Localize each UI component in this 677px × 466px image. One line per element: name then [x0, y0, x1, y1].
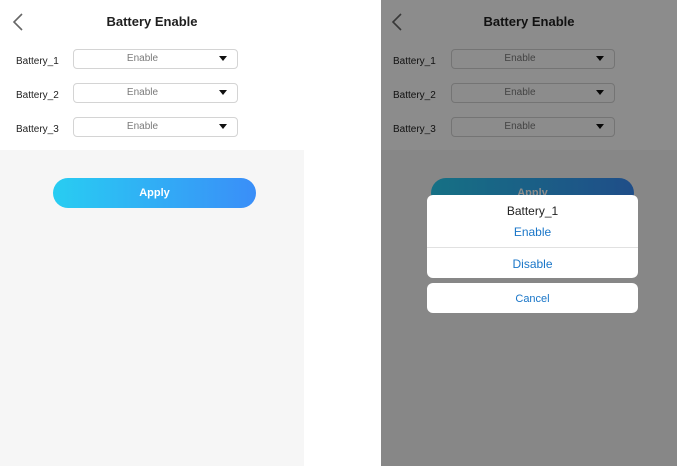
- select-value: Enable: [126, 121, 159, 132]
- battery-label: Battery_2: [16, 90, 59, 101]
- battery-2-select[interactable]: Enable: [73, 83, 238, 103]
- caret-down-icon: [219, 56, 227, 61]
- battery-label: Battery_1: [16, 56, 59, 67]
- select-value: Enable: [126, 53, 159, 64]
- header: Battery Enable: [0, 0, 304, 46]
- caret-down-icon: [219, 90, 227, 95]
- cancel-button[interactable]: Cancel: [427, 293, 638, 305]
- action-sheet-cancel[interactable]: Cancel: [427, 283, 638, 313]
- battery-3-select[interactable]: Enable: [73, 117, 238, 137]
- option-disable[interactable]: Disable: [427, 257, 638, 271]
- battery-row-2: Battery_2 Enable: [0, 80, 304, 114]
- battery-enable-screen-normal: Battery Enable Battery_1 Enable Battery_…: [0, 0, 304, 466]
- option-enable[interactable]: Enable: [427, 225, 638, 239]
- battery-enable-screen-action-sheet: Battery Enable Battery_1 Enable Battery_…: [381, 0, 677, 466]
- action-sheet-title: Battery_1: [506, 204, 559, 218]
- action-sheet-options: Battery_1 Enable Disable: [427, 195, 638, 278]
- content-area: Apply: [0, 150, 304, 466]
- apply-button[interactable]: Apply: [53, 178, 256, 208]
- select-value: Enable: [126, 87, 159, 98]
- battery-row-1: Battery_1 Enable: [0, 46, 304, 80]
- battery-row-3: Battery_3 Enable: [0, 114, 304, 148]
- battery-1-select[interactable]: Enable: [73, 49, 238, 69]
- caret-down-icon: [219, 124, 227, 129]
- page-title: Battery Enable: [106, 14, 198, 29]
- battery-label: Battery_3: [16, 124, 59, 135]
- divider: [427, 247, 638, 248]
